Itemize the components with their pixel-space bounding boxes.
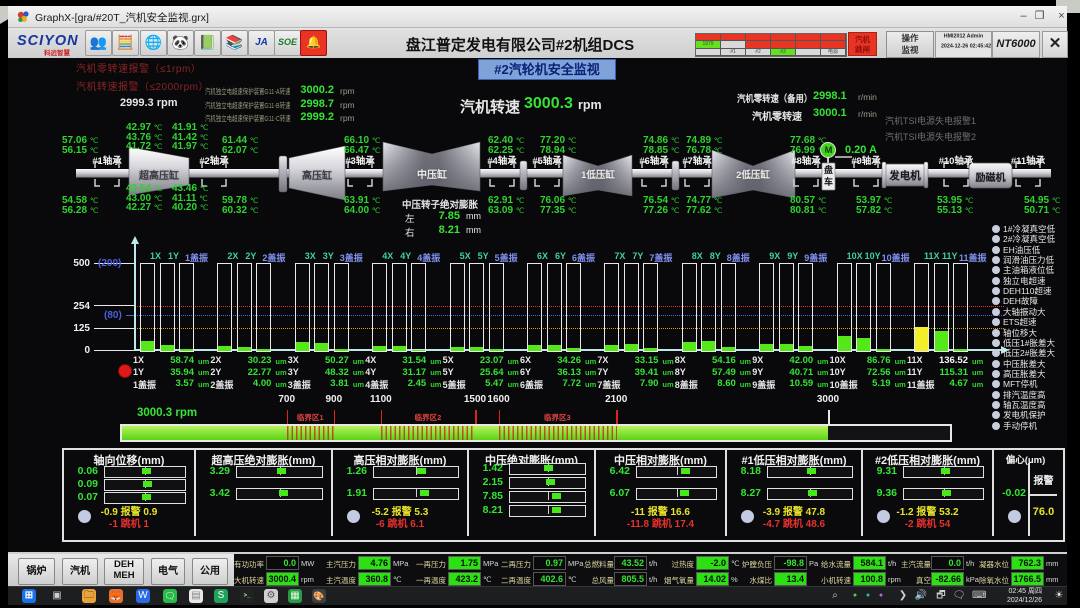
alarm-indicator-icon (992, 256, 1000, 264)
alarm-indicator-icon (992, 266, 1000, 274)
alarm-indicator-icon (992, 329, 1000, 337)
terminal-icon[interactable]: >_ (240, 589, 254, 603)
alarm-indicator-icon (992, 339, 1000, 347)
alarm-indicator-icon (992, 360, 1000, 368)
alarm-indicator-icon (992, 380, 1000, 388)
taskbar-clock[interactable]: 02:45 周四 2024/12/26 (990, 588, 1042, 605)
keyboard-icon[interactable]: ⌨ (972, 589, 986, 603)
tray-green-icon[interactable]: ● (848, 589, 862, 603)
alarm-indicator-icon (992, 422, 1000, 430)
alarm-indicator-icon (992, 235, 1000, 243)
taskview-icon[interactable]: ▣ (50, 589, 64, 603)
alarm-indicator-icon (992, 370, 1000, 378)
alarm-indicator-icon (992, 308, 1000, 316)
wechat-icon[interactable]: 🗨 (163, 589, 177, 603)
hmi-screen: GraphX-[gra/#20T_汽机安全监视.grx] – ❐ × SCIYO… (8, 6, 1067, 604)
volume-icon[interactable]: 🔊 (914, 589, 928, 603)
taskbar-time: 02:45 周四 (1009, 588, 1042, 595)
wps-icon[interactable]: W (136, 589, 150, 603)
os-taskbar: ⊞▣🗀🦊W🗨▤S>_⚙▦🎨⌕●●●❯🔊🗗🗨⌨☀02:45 周四2024/12/2… (8, 586, 1067, 605)
settings-icon[interactable]: ⚙ (264, 589, 278, 603)
alarm-indicator-icon (992, 349, 1000, 357)
message-icon[interactable]: 🗨 (952, 589, 966, 603)
alarm-indicator-icon (992, 246, 1000, 254)
right-alarm-layer: 1#冷凝真空低2#冷凝真空低EH油压低润滑油压力低主油箱液位低独立电超速DEH1… (8, 6, 1067, 604)
photos-icon[interactable]: 🎨 (312, 589, 326, 603)
sheets-icon[interactable]: S (214, 589, 228, 603)
alarm-indicator-icon (992, 318, 1000, 326)
taskbar-date: 2024/12/26 (1007, 597, 1042, 604)
alarm-indicator-icon (992, 277, 1000, 285)
netspeed-icon[interactable]: 🗗 (934, 589, 948, 603)
tray-teal-icon[interactable]: ● (861, 589, 875, 603)
alarm-indicator-icon (992, 401, 1000, 409)
brightness-icon[interactable]: ☀ (1052, 589, 1066, 603)
search-icon[interactable]: ⌕ (828, 589, 842, 603)
alarm-indicator-icon (992, 287, 1000, 295)
alarm-indicator-icon (992, 391, 1000, 399)
alarm-indicator-icon (992, 225, 1000, 233)
chevron-up-icon[interactable]: ❯ (896, 589, 910, 603)
alarm-indicator-icon (992, 411, 1000, 419)
alarm-indicator-icon (992, 297, 1000, 305)
right-alarm-20[interactable]: 手动停机 (992, 420, 1037, 432)
firefox-icon[interactable]: 🦊 (109, 589, 123, 603)
notes-icon[interactable]: ▤ (189, 589, 203, 603)
start-icon[interactable]: ⊞ (22, 589, 36, 603)
files-icon[interactable]: 🗀 (82, 589, 96, 603)
tray-purple-icon[interactable]: ● (874, 589, 888, 603)
package-icon[interactable]: ▦ (288, 589, 302, 603)
